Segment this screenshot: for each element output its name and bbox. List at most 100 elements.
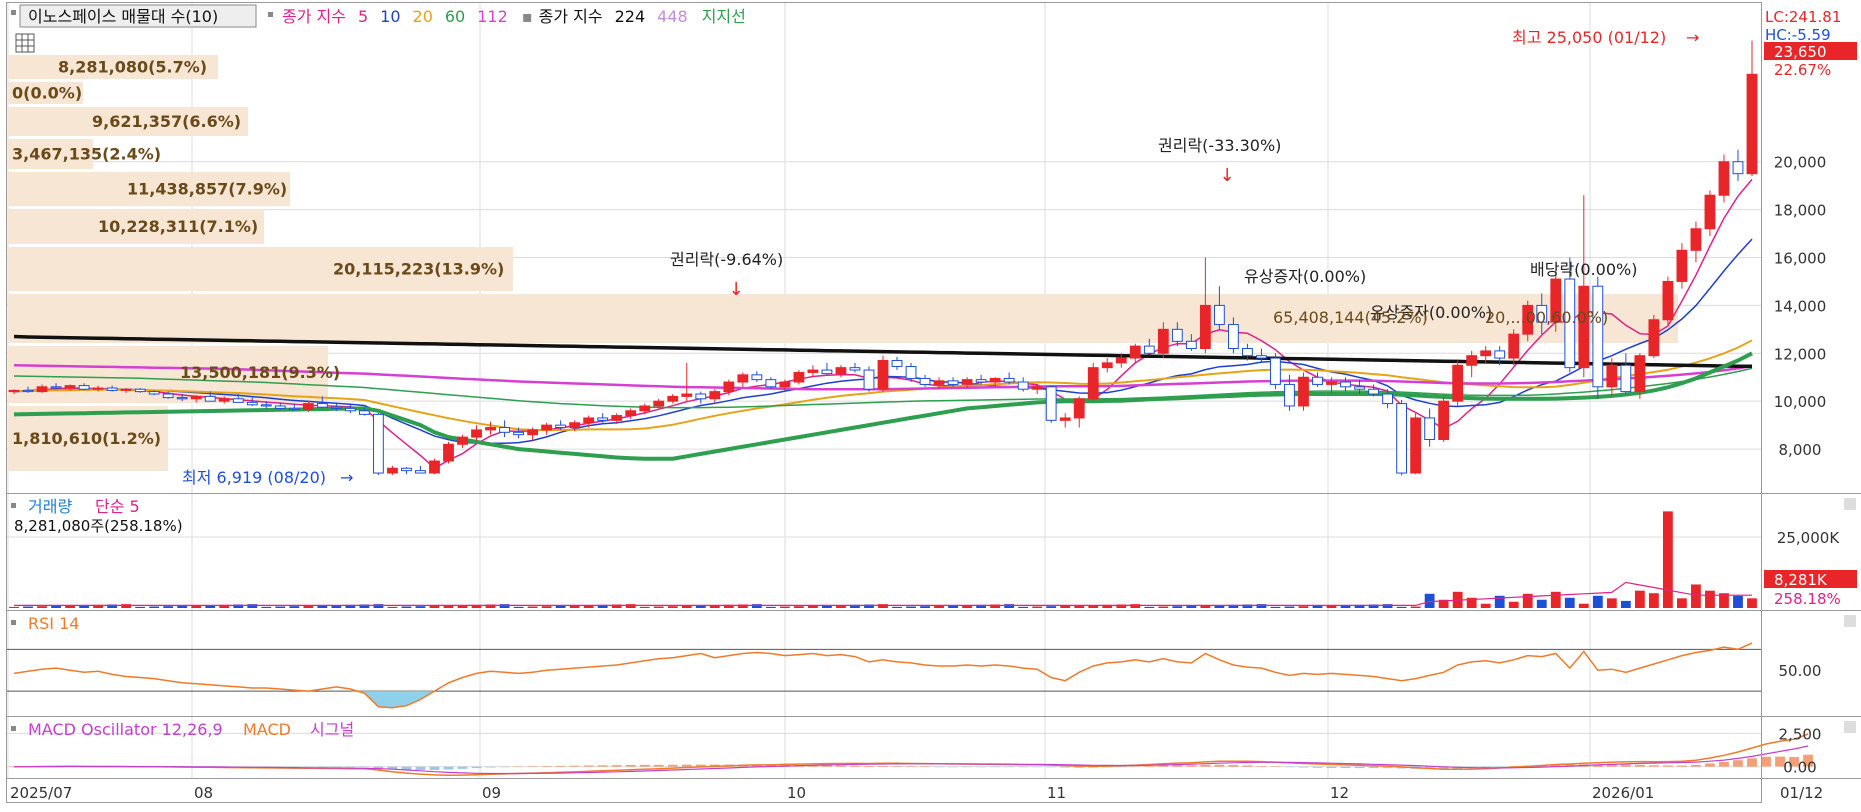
candle-up: [1648, 319, 1660, 357]
grid-icon[interactable]: [15, 33, 35, 53]
macd-osc-bar: [443, 766, 454, 770]
volume-badge-pct: 258.18%: [1774, 590, 1841, 608]
volume-bar: [1396, 606, 1407, 608]
candle-up: [1438, 400, 1450, 440]
macd-osc-bar: [583, 765, 594, 767]
legend-marker: ▪: [522, 7, 533, 26]
close-panel-icon[interactable]: [1844, 615, 1856, 627]
close-panel-icon[interactable]: [1844, 498, 1856, 510]
legend-marker: [268, 12, 273, 17]
candle-down: [975, 379, 987, 383]
ma-period-20: 20: [413, 7, 433, 26]
volume-bar: [1747, 598, 1757, 608]
candle-up: [443, 443, 454, 462]
candle-down: [373, 413, 384, 474]
candle-down: [260, 404, 272, 407]
candle-up: [457, 436, 468, 445]
volume-bar: [1060, 605, 1071, 608]
macd-osc-bar: [1368, 766, 1379, 769]
close-panel-icon[interactable]: [1844, 721, 1856, 733]
candle-down: [401, 467, 412, 472]
lc-value: LC:241.81: [1765, 8, 1841, 26]
down-arrow-icon: ↓: [1219, 165, 1234, 186]
candle-up: [625, 410, 637, 417]
candle-down: [358, 410, 370, 415]
high-arrow-icon: →: [1686, 28, 1699, 47]
current-price: 23,650: [1774, 43, 1827, 61]
macd-osc-bar: [892, 766, 902, 767]
macd-osc-bar: [1326, 766, 1337, 768]
volume-bar: [37, 606, 47, 608]
chart-title[interactable]: 이노스페이스 매물대 수(10): [28, 7, 218, 26]
candle-up: [793, 371, 805, 383]
candle-up: [471, 429, 482, 438]
macd-osc-bar: [359, 766, 370, 768]
paid-in-increase-annotation-1: 유상증자(0.00%): [1244, 267, 1366, 286]
macd-osc-bar: [1340, 766, 1351, 769]
candle-up: [218, 398, 230, 402]
macd-osc-bar: [1046, 766, 1057, 768]
candle-down: [597, 417, 609, 421]
macd-osc-bar: [1032, 766, 1043, 768]
candle-down: [849, 367, 861, 371]
down-arrow-icon: ↓: [728, 279, 743, 300]
volume-bar: [1634, 590, 1645, 608]
candle-up: [723, 381, 735, 393]
macd-osc-bar: [373, 766, 384, 769]
volume-bar: [1592, 595, 1603, 608]
macd-osc-bar: [1747, 758, 1757, 767]
candle-up: [92, 387, 104, 390]
candle-up: [1157, 328, 1169, 354]
volume-bar: [751, 604, 762, 608]
ma-period-112: 112: [477, 7, 508, 26]
volume-bar: [1691, 584, 1701, 608]
volume-bar: [1536, 599, 1547, 608]
volume-bar: [667, 606, 678, 608]
volume-bar: [1620, 600, 1631, 608]
ma-period-60: 60: [445, 7, 465, 26]
volume-bar: [429, 605, 440, 608]
macd-label: MACD: [243, 720, 291, 739]
candle-up: [737, 374, 749, 383]
volume-bar: [527, 606, 538, 608]
chart-canvas[interactable]: 8,281,080(5.7%) 0(0.0%) 9,621,357(6.6%) 3,4…: [0, 0, 1861, 808]
candle-down: [232, 398, 244, 403]
stock-chart-screen: 8,281,080(5.7%) 0(0.0%) 9,621,357(6.6%) 3,4…: [0, 0, 1861, 808]
candle-up: [1129, 345, 1141, 359]
candle-down: [1185, 340, 1197, 350]
candle-down: [344, 407, 356, 412]
candle-down: [891, 359, 903, 367]
macd-osc-bar: [1662, 765, 1673, 767]
candle-down: [863, 369, 875, 390]
candle-up: [1634, 355, 1646, 393]
macd-osc-bar: [1256, 765, 1267, 767]
macd-osc-bar: [345, 766, 356, 768]
candle-down: [513, 431, 524, 436]
candle-down: [1213, 304, 1225, 326]
volume-bar: [541, 606, 552, 608]
macd-osc-bar: [962, 766, 973, 768]
rsi-tick-label: 50.00: [1779, 662, 1822, 680]
volume-bar: [289, 606, 300, 608]
x-tick-label: 10: [787, 784, 806, 802]
candle-up: [485, 427, 496, 431]
candle-down: [50, 386, 62, 389]
candle-down: [1284, 383, 1295, 407]
volume-bar: [513, 606, 524, 608]
macd-osc-bar: [331, 766, 342, 768]
macd-osc-bar: [317, 766, 328, 768]
candle-up: [989, 377, 1001, 383]
candle-up: [541, 424, 553, 431]
candle-up: [1326, 381, 1337, 385]
macd-osc-bar: [864, 765, 874, 767]
candle-up: [835, 367, 847, 375]
candle-down: [162, 393, 174, 399]
volume-bar: [1298, 606, 1309, 608]
profile-label: 20,115,223(13.9%): [333, 260, 504, 279]
candle-up: [611, 415, 623, 421]
volume-bar: [499, 604, 510, 608]
macd-osc-bar: [1312, 766, 1323, 768]
volume-bar: [177, 605, 188, 608]
candle-down: [1003, 377, 1015, 383]
candle-up: [1087, 367, 1099, 400]
